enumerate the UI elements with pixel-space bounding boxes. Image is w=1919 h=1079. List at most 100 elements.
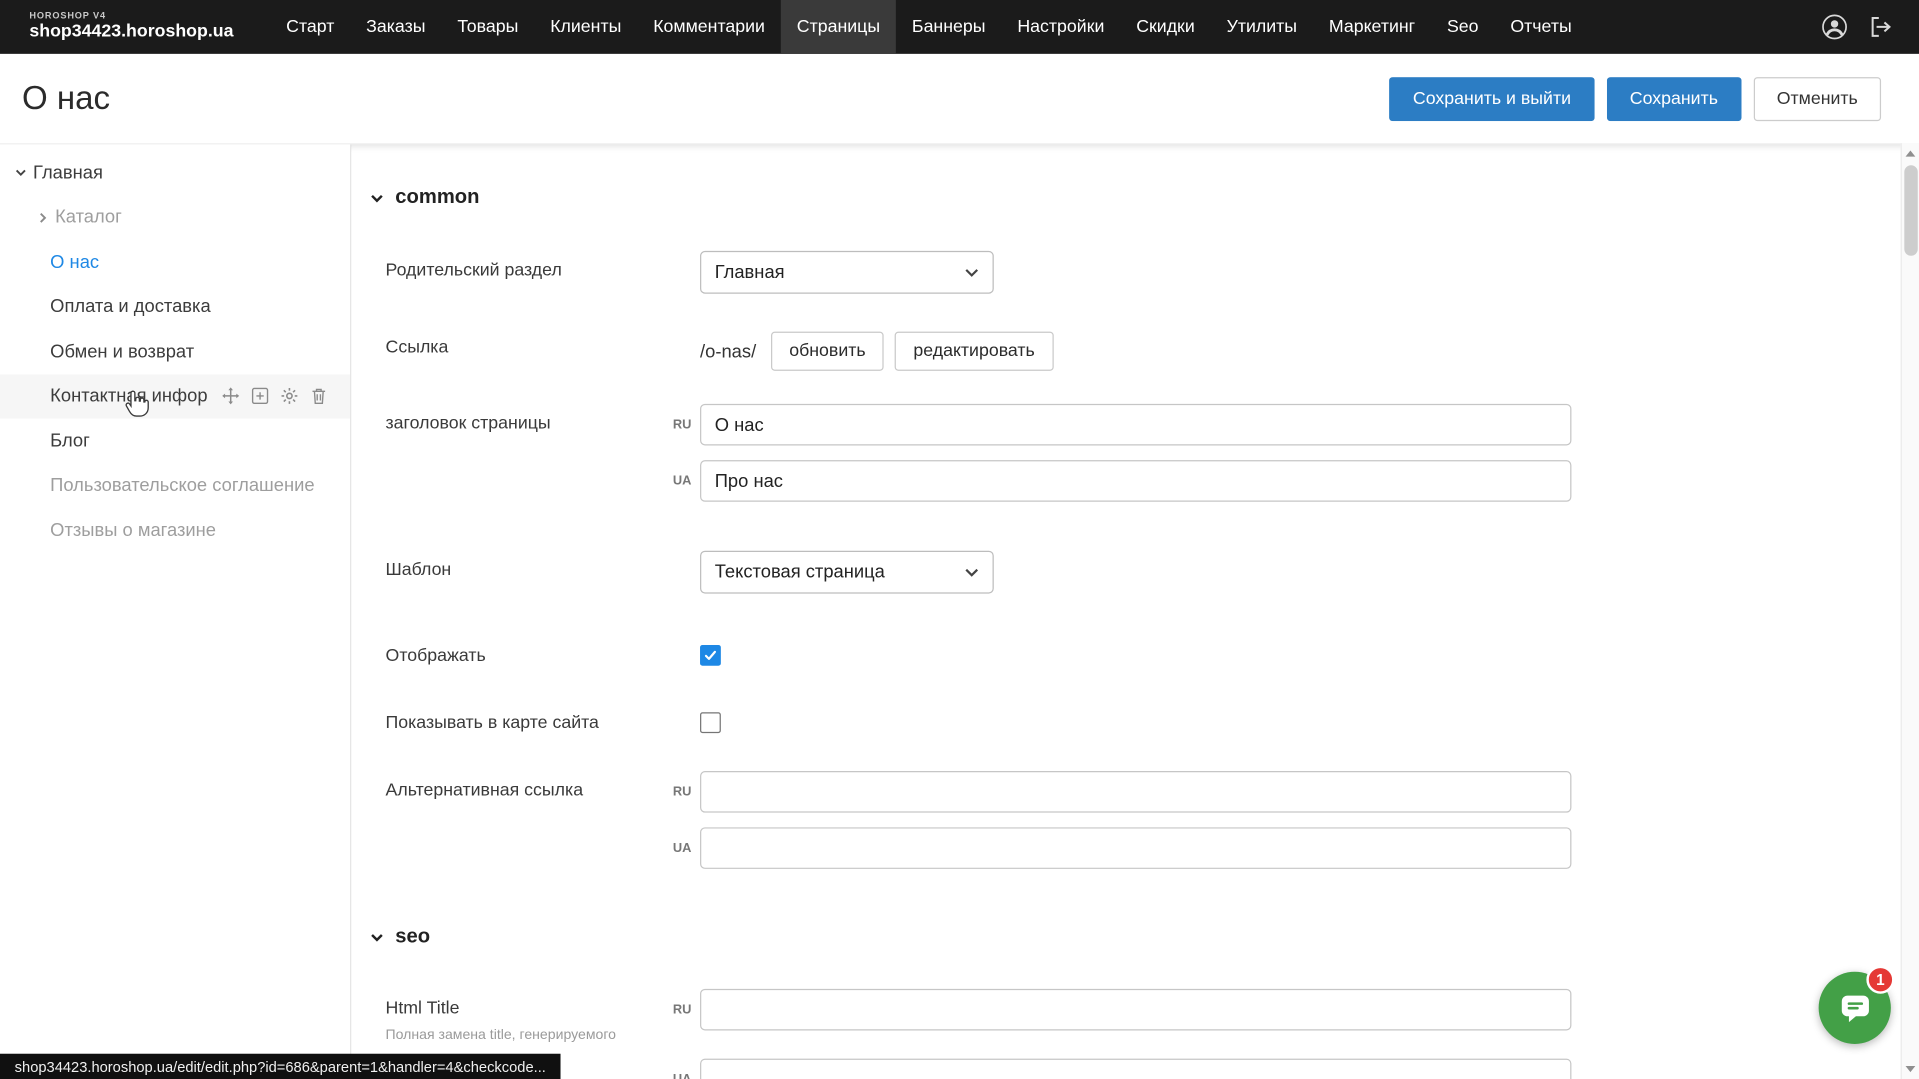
topbar: HOROSHOP V4 shop34423.horoshop.ua Старт … <box>0 0 1919 54</box>
sitemap-checkbox[interactable] <box>700 712 721 733</box>
add-page-icon[interactable] <box>250 387 268 405</box>
scroll-down-icon[interactable] <box>1902 1060 1919 1078</box>
save-exit-button[interactable]: Сохранить и выйти <box>1390 76 1595 120</box>
sitemap-label: Показывать в карте сайта <box>386 713 701 733</box>
alt-link-ua-row: UA <box>386 827 1919 869</box>
scroll-up-icon[interactable] <box>1902 144 1919 162</box>
cancel-button[interactable]: Отменить <box>1753 76 1881 120</box>
page-title-label: заголовок страницы <box>386 404 665 433</box>
sidebar-item-payment-delivery[interactable]: Оплата и доставка <box>0 285 350 330</box>
section-common-label: common <box>395 186 479 209</box>
sidebar-item-catalog[interactable]: Каталог <box>0 195 350 240</box>
chevron-down-icon[interactable] <box>11 163 31 183</box>
delete-trash-icon[interactable] <box>309 387 327 405</box>
brand[interactable]: HOROSHOP V4 shop34423.horoshop.ua <box>29 11 233 42</box>
vertical-scrollbar[interactable] <box>1901 143 1919 1079</box>
tree-item-label: Отзывы о магазине <box>50 520 216 541</box>
status-url-tooltip: shop34423.horoshop.ua/edit/edit.php?id=6… <box>0 1054 561 1079</box>
template-select[interactable]: Текстовая страница <box>700 551 994 594</box>
link-path: /o-nas/ <box>700 341 756 362</box>
settings-gear-icon[interactable] <box>280 387 298 405</box>
section-seo-label: seo <box>395 925 430 948</box>
app-root: HOROSHOP V4 shop34423.horoshop.ua Старт … <box>0 0 1919 1079</box>
sidebar-item-contact-info[interactable]: Контактная инфор <box>0 374 350 419</box>
lang-ua-badge: UA <box>665 827 692 855</box>
html-title-ru-row: Html Title Полная замена title, генериру… <box>386 989 1919 1045</box>
link-refresh-button[interactable]: обновить <box>771 332 884 371</box>
display-row: Отображать <box>386 645 1919 666</box>
sidebar-item-user-agreement[interactable]: Пользовательское соглашение <box>0 463 350 508</box>
page-title-ua-row: UA <box>386 460 1919 502</box>
parent-section-select[interactable]: Главная <box>700 251 994 294</box>
tree-item-actions <box>221 387 327 405</box>
nav-orders[interactable]: Заказы <box>350 0 441 54</box>
link-edit-button[interactable]: редактировать <box>895 332 1053 371</box>
page-title-ua-input[interactable] <box>700 460 1571 502</box>
nav-pages[interactable]: Страницы <box>781 0 896 54</box>
move-icon[interactable] <box>221 387 239 405</box>
tree-item-label: Контактная инфор <box>50 386 207 407</box>
chat-button[interactable]: 1 <box>1819 972 1891 1044</box>
parent-section-value: Главная <box>715 262 785 283</box>
lang-ru-badge: RU <box>665 771 692 799</box>
tree-item-label: Пользовательское соглашение <box>50 475 314 496</box>
chevron-down-icon <box>964 567 979 577</box>
sidebar-item-about[interactable]: О нас <box>0 240 350 285</box>
nav-discounts[interactable]: Скидки <box>1120 0 1210 54</box>
sidebar-item-exchange-return[interactable]: Обмен и возврат <box>0 329 350 374</box>
nav-utilities[interactable]: Утилиты <box>1211 0 1313 54</box>
parent-section-row: Родительский раздел Главная <box>386 251 1919 294</box>
html-title-ru-input[interactable] <box>700 989 1571 1031</box>
sidebar-item-store-reviews[interactable]: Отзывы о магазине <box>0 508 350 553</box>
display-label: Отображать <box>386 646 701 666</box>
lang-ru-badge: RU <box>665 404 692 432</box>
nav-start[interactable]: Старт <box>270 0 350 54</box>
alt-link-ru-row: Альтернативная ссылка RU <box>386 771 1919 813</box>
section-common[interactable]: common <box>368 186 1919 209</box>
chevron-right-icon[interactable] <box>33 208 53 228</box>
html-title-hint: Полная замена title, генерируемого <box>386 1027 665 1045</box>
section-seo[interactable]: seo <box>368 925 1919 948</box>
lang-ua-badge: UA <box>665 1059 692 1079</box>
html-title-label: Html Title <box>386 999 665 1019</box>
account-icon[interactable] <box>1821 13 1848 40</box>
link-label: Ссылка <box>386 328 701 357</box>
save-button[interactable]: Сохранить <box>1607 76 1742 120</box>
chevron-down-icon <box>368 928 385 945</box>
nav-settings[interactable]: Настройки <box>1001 0 1120 54</box>
sidebar-item-blog[interactable]: Блог <box>0 419 350 464</box>
tree-item-label: О нас <box>50 252 99 273</box>
display-checkbox[interactable] <box>700 645 721 666</box>
nav-products[interactable]: Товары <box>441 0 534 54</box>
nav-comments[interactable]: Комментарии <box>637 0 781 54</box>
tree-item-label: Каталог <box>55 207 122 228</box>
tree-item-label: Главная <box>33 162 103 183</box>
scrollbar-thumb[interactable] <box>1904 165 1917 256</box>
page-title: О нас <box>22 80 1390 118</box>
html-title-ua-row: UA <box>386 1059 1919 1079</box>
pages-tree-sidebar: Главная Каталог О нас Оплата и доставка … <box>0 144 351 1079</box>
nav-clients[interactable]: Клиенты <box>534 0 637 54</box>
body: Главная Каталог О нас Оплата и доставка … <box>0 143 1919 1079</box>
tree-item-label: Оплата и доставка <box>50 296 211 317</box>
nav-seo[interactable]: Seo <box>1431 0 1494 54</box>
page-edit-form: common Родительский раздел Главная Ссылк… <box>351 144 1919 1079</box>
template-row: Шаблон Текстовая страница <box>386 551 1919 594</box>
nav-banners[interactable]: Баннеры <box>896 0 1001 54</box>
lang-ua-badge: UA <box>665 460 692 488</box>
tree-item-label: Обмен и возврат <box>50 341 194 362</box>
page-title-ru-input[interactable] <box>700 404 1571 446</box>
nav-marketing[interactable]: Маркетинг <box>1313 0 1431 54</box>
logout-icon[interactable] <box>1868 13 1895 40</box>
parent-section-label: Родительский раздел <box>386 251 701 280</box>
nav-reports[interactable]: Отчеты <box>1494 0 1587 54</box>
chevron-down-icon <box>964 267 979 277</box>
alt-link-ua-input[interactable] <box>700 827 1571 869</box>
topbar-icons <box>1821 13 1894 40</box>
html-title-ua-input[interactable] <box>700 1059 1571 1079</box>
sidebar-item-home[interactable]: Главная <box>0 151 350 196</box>
sitemap-row: Показывать в карте сайта <box>386 712 1919 733</box>
chat-unread-badge: 1 <box>1866 966 1894 994</box>
alt-link-label: Альтернативная ссылка <box>386 771 665 800</box>
alt-link-ru-input[interactable] <box>700 771 1571 813</box>
